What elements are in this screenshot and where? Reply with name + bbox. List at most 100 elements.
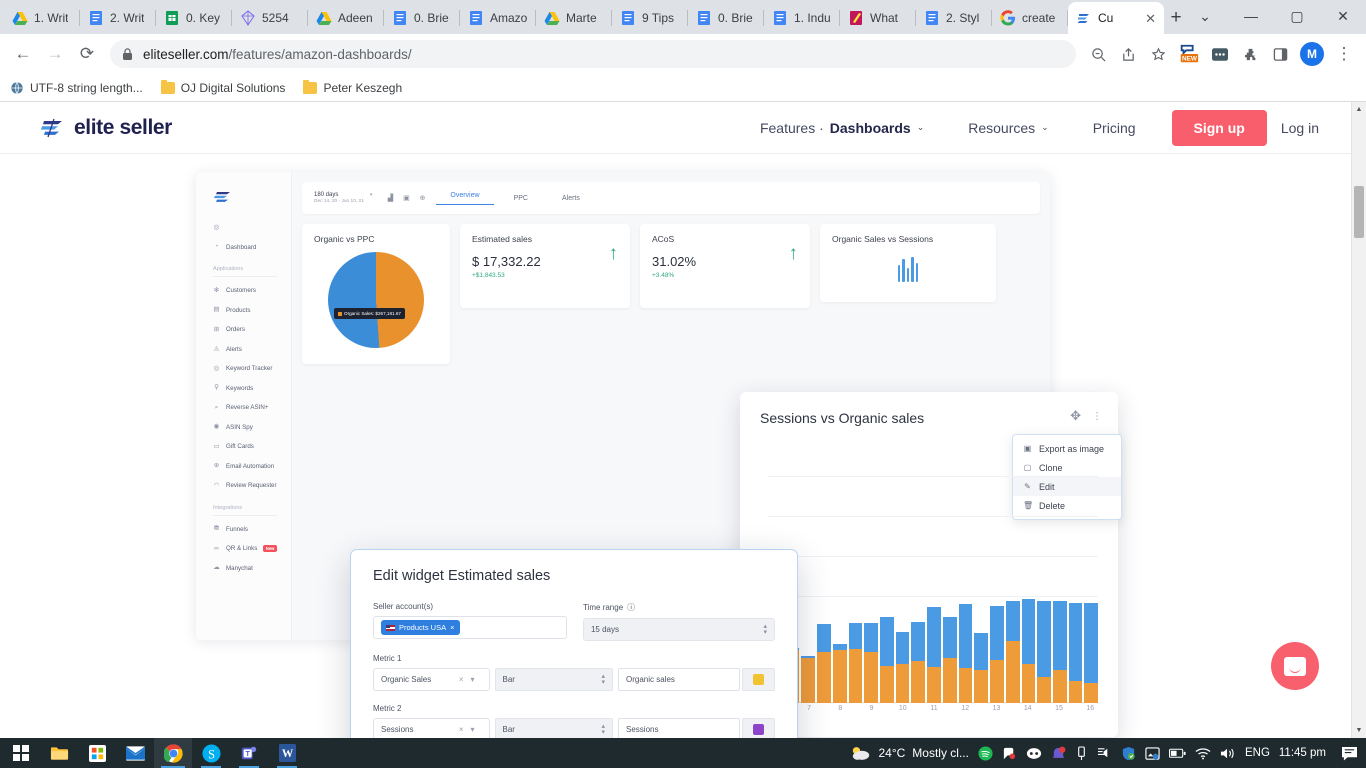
sidebar-item-reverse-asin[interactable]: ⌕ Reverse ASIN+ (196, 398, 291, 418)
reading-list-icon[interactable]: NEW (1174, 40, 1204, 68)
chevron-down-icon[interactable]: ▾ (471, 675, 475, 684)
browser-tab[interactable]: 1. Indu (764, 2, 840, 34)
bar-column[interactable] (942, 616, 957, 703)
metric-2-name-input[interactable]: Sessions (618, 718, 741, 738)
chip-remove-icon[interactable]: × (450, 623, 454, 632)
bar-column[interactable] (1052, 600, 1067, 703)
screen-recorder-icon[interactable] (1002, 746, 1017, 761)
sidebar-item-products[interactable]: ▤ Products (196, 301, 291, 321)
spotify-icon[interactable] (978, 745, 993, 761)
nav-item-resources[interactable]: Resources ⌄ (946, 120, 1070, 136)
edit-widget-modal[interactable]: Edit widget Estimated sales Seller accou… (350, 549, 798, 738)
kebab-menu-icon[interactable]: ⋯ (1091, 411, 1102, 421)
add-circle-icon[interactable]: ⊕ (414, 194, 430, 202)
kpi-card-estimated-sales[interactable]: Estimated sales $ 17,332.22 +$1,843.53 ↑ (460, 224, 630, 308)
close-window-button[interactable]: ✕ (1320, 0, 1366, 32)
metric-1-color-picker[interactable] (742, 668, 775, 691)
bar-column[interactable] (974, 633, 989, 703)
tab-close-icon[interactable]: ✕ (1145, 12, 1156, 25)
sidebar-item-funnels[interactable]: ⛃ Funnels (196, 520, 291, 540)
seller-account-input[interactable]: Products USA × (373, 616, 567, 639)
bar-column[interactable] (880, 616, 894, 703)
browser-tab[interactable]: 2. Writ (80, 2, 156, 34)
notification-app-icon[interactable] (1051, 746, 1066, 761)
browser-tab[interactable]: 1. Writ (4, 2, 80, 34)
metric-2-type-select[interactable]: Bar ▴ ▾ (494, 718, 614, 738)
forward-icon[interactable]: → (40, 39, 70, 69)
word-icon[interactable]: W (268, 738, 306, 768)
page-scrollbar[interactable]: ▲ ▼ (1351, 102, 1366, 738)
bar-column[interactable] (848, 622, 863, 703)
chevron-down-icon[interactable]: ▾ (370, 192, 373, 198)
sidebar-item-alerts[interactable]: ◬ Alerts (196, 340, 291, 360)
weather-widget[interactable]: 24°C Mostly cl... (851, 745, 969, 761)
tab-ppc[interactable]: PPC (500, 195, 542, 202)
bar-column[interactable] (832, 644, 847, 703)
kebab-menu-icon[interactable]: ⋮ (1330, 40, 1358, 68)
bookmark-item[interactable]: OJ Digital Solutions (160, 79, 285, 95)
sidebar-item-customers[interactable]: ✻ Customers (196, 281, 291, 301)
sidebar-item-email-automation[interactable]: ⊕ Email Automation (196, 457, 291, 477)
side-panel-icon[interactable] (1266, 40, 1294, 68)
sidebar-item-dashboard[interactable]: ◔ Dashboard (196, 238, 291, 258)
security-shield-icon[interactable] (1121, 746, 1136, 761)
bar-column[interactable] (1005, 600, 1020, 703)
browser-tab[interactable]: 9 Tips (612, 2, 688, 34)
usb-icon[interactable] (1075, 745, 1088, 761)
zoom-out-icon[interactable] (1084, 40, 1112, 68)
signup-button[interactable]: Sign up (1171, 109, 1267, 146)
extensions-puzzle-icon[interactable] (1236, 40, 1264, 68)
scrollbar-thumb[interactable] (1354, 186, 1364, 238)
metric-2-source-select[interactable]: Sessions × ▾ (373, 718, 490, 738)
browser-tab[interactable]: create (992, 2, 1068, 34)
browser-tab[interactable]: 5254 (232, 2, 308, 34)
date-range-selector[interactable]: 180 days Dec 14, 20 - Jun 10, 21 (314, 191, 364, 206)
chevron-down-icon[interactable]: ▾ (471, 725, 475, 734)
microsoft-store-icon[interactable] (78, 738, 116, 768)
action-center-icon[interactable] (1341, 746, 1358, 761)
bar-column[interactable] (990, 605, 1004, 703)
volume-icon[interactable] (1220, 747, 1236, 760)
bar-column[interactable] (911, 621, 926, 703)
layout-icon[interactable]: ▣ (398, 194, 414, 202)
bar-column[interactable] (927, 606, 941, 703)
browser-tab[interactable]: Adeen (308, 2, 384, 34)
sidebar-item-review-requester[interactable]: ◠ Review Requester (196, 476, 291, 496)
time-range-select[interactable]: 15 days ▴ ▾ (582, 618, 775, 641)
windows-start-icon[interactable] (2, 738, 40, 768)
bookmark-item[interactable]: UTF-8 string length... (10, 81, 143, 95)
browser-tab[interactable]: 0. Brie (688, 2, 764, 34)
bar-column[interactable] (895, 632, 910, 703)
mail-icon[interactable] (116, 738, 154, 768)
tab-search-icon[interactable]: ⌄ (1182, 0, 1228, 32)
new-tab-button[interactable]: + (1170, 4, 1182, 32)
nav-item-features-dashboards[interactable]: Features · Dashboards ⌄ (738, 120, 946, 136)
photos-icon[interactable] (1145, 746, 1160, 761)
metric-1-source-select[interactable]: Organic Sales × ▾ (373, 668, 490, 691)
seller-account-chip[interactable]: Products USA × (381, 620, 460, 635)
tab-overview[interactable]: Overview (436, 192, 494, 205)
metric-1-name-input[interactable]: Organic sales (618, 668, 741, 691)
file-explorer-icon[interactable] (40, 738, 78, 768)
address-bar[interactable]: eliteseller.com/features/amazon-dashboar… (110, 40, 1076, 68)
metric-1-type-select[interactable]: Bar ▴ ▾ (494, 668, 614, 691)
sidebar-item-home[interactable]: ◎ (196, 218, 291, 238)
bar-column[interactable] (1084, 602, 1099, 703)
chart-icon[interactable]: ▟ (382, 194, 398, 202)
browser-tab[interactable]: 0. Brie (384, 2, 460, 34)
move-handle-icon[interactable]: ✥ (1070, 408, 1081, 424)
sidebar-item-manychat[interactable]: ☁ Manychat (196, 559, 291, 579)
chrome-icon[interactable] (154, 738, 192, 768)
kpi-card-acos[interactable]: ACoS 31.02% +3.48% ↑ (640, 224, 810, 308)
bookmark-star-icon[interactable] (1144, 40, 1172, 68)
discord-icon[interactable] (1026, 747, 1042, 760)
sidebar-item-qr-links[interactable]: ∞ QR & Links New (196, 539, 291, 559)
reload-icon[interactable]: ⟳ (72, 39, 102, 69)
language-indicator[interactable]: ENG (1245, 747, 1270, 759)
profile-avatar[interactable]: M (1300, 42, 1324, 66)
wifi-icon[interactable] (1195, 747, 1211, 760)
nav-item-pricing[interactable]: Pricing (1071, 120, 1158, 136)
browser-tab[interactable]: 2. Styl (916, 2, 992, 34)
back-icon[interactable]: ← (8, 39, 38, 69)
kpi-card-organic-sales-vs-sessions[interactable]: Organic Sales vs Sessions (820, 224, 996, 302)
